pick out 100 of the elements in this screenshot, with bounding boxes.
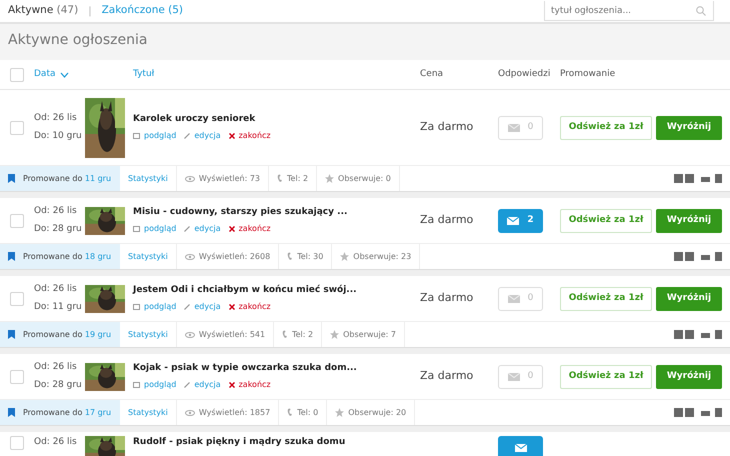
replies-column-header: Odpowiedzi — [498, 68, 550, 79]
feature-button[interactable]: Wyróżnij — [656, 364, 722, 388]
listing-checkbox[interactable] — [10, 436, 24, 450]
envelope-icon — [507, 216, 520, 224]
statistics-link[interactable]: Statystyki — [128, 328, 168, 340]
tab[interactable]: Zakończone (5) — [102, 3, 184, 19]
preview-link[interactable]: podgląd — [133, 379, 176, 392]
phone-icon — [287, 252, 294, 261]
eye-icon — [184, 254, 195, 260]
edit-link[interactable]: edycja — [184, 130, 221, 142]
listing-title[interactable]: Misiu - cudowny, starszy pies szukający ... — [133, 206, 420, 220]
end-date: Do: 11 gru — [34, 300, 83, 314]
listing-title[interactable]: Karolek uroczy seniorek — [133, 112, 420, 126]
listing-title[interactable]: Kojak - psiak w typie owczarka szuka dom... — [133, 362, 420, 376]
listing-checkbox[interactable] — [10, 214, 24, 228]
promoted-date-link[interactable]: 17 gru — [84, 408, 112, 416]
star-icon — [335, 408, 344, 417]
refresh-button[interactable]: Odśwież za 1zł — [560, 116, 652, 140]
image-icon — [133, 304, 140, 310]
watcher-count: Obserwuje: 0 — [338, 172, 391, 184]
search-field[interactable]: tytuł ogłoszenia... — [544, 1, 714, 21]
statistics-link[interactable]: Statystyki — [128, 250, 168, 262]
promoted-until: Promowane do 18 gru — [23, 250, 112, 262]
view-count: Wyświetleń: 1857 — [198, 406, 270, 418]
separator: | — [88, 4, 92, 18]
end-date: Do: 10 gru — [34, 130, 83, 142]
end-link[interactable]: zakończ — [228, 130, 271, 142]
share-icons-drawing — [674, 173, 722, 184]
eye-icon — [184, 332, 195, 338]
promotion-column-header: Promowanie — [560, 68, 616, 79]
title-column-header[interactable]: Tytuł — [133, 68, 154, 79]
edit-link[interactable]: edycja — [184, 301, 221, 314]
pencil-icon — [184, 304, 190, 310]
replies-button[interactable]: 0 — [498, 116, 543, 140]
start-date: Od: 26 lis — [34, 205, 78, 218]
phone-icon — [287, 408, 294, 417]
watcher-count: Obserwuje: 23 — [353, 250, 412, 262]
select-all-checkbox[interactable] — [10, 68, 24, 82]
pencil-icon — [184, 226, 190, 232]
bookmark-icon — [8, 408, 15, 417]
feature-button[interactable]: Wyróżnij — [656, 208, 722, 232]
close-icon — [228, 304, 235, 310]
preview-link[interactable]: podgląd — [133, 130, 176, 142]
promoted-date-link[interactable]: 19 gru — [84, 330, 112, 338]
price: Za darmo — [420, 120, 474, 134]
edit-link[interactable]: edycja — [184, 379, 221, 392]
end-date: Do: 28 gru — [34, 378, 83, 392]
price-column-header: Cena — [420, 68, 444, 79]
start-date: Od: 26 lis — [34, 283, 78, 296]
section-title: Aktywne ogłoszenia — [8, 32, 148, 49]
preview-link[interactable]: podgląd — [133, 301, 176, 314]
close-icon — [228, 226, 235, 232]
statistics-link[interactable]: Statystyki — [128, 172, 168, 184]
chevron-down-icon — [60, 72, 68, 78]
end-link[interactable]: zakończ — [228, 223, 271, 236]
price: Za darmo — [420, 291, 474, 304]
promoted-date-link[interactable]: 11 gru — [84, 174, 112, 182]
listing-checkbox[interactable] — [10, 292, 24, 306]
feature-button[interactable]: Wyróżnij — [656, 116, 722, 140]
promoted-until: Promowane do 17 gru — [23, 406, 112, 418]
replies-button[interactable]: 2 — [498, 208, 543, 232]
refresh-button[interactable]: Odśwież za 1zł — [560, 286, 652, 310]
replies-button[interactable]: 0 — [498, 286, 543, 310]
replies-button[interactable] — [498, 436, 543, 456]
listing-checkbox[interactable] — [10, 120, 24, 134]
watcher-count: Obserwuje: 20 — [348, 406, 406, 418]
bookmark-icon — [8, 174, 15, 183]
edit-link[interactable]: edycja — [184, 223, 221, 236]
eye-icon — [184, 176, 195, 182]
share-icons-drawing — [674, 251, 722, 262]
search-icon — [696, 6, 706, 16]
close-icon — [228, 133, 235, 140]
promoted-until: Promowane do 19 gru — [23, 328, 112, 340]
pencil-icon — [184, 133, 190, 140]
image-icon — [133, 226, 140, 232]
promoted-until: Promowane do 11 gru — [23, 172, 112, 184]
refresh-button[interactable]: Odśwież za 1zł — [560, 208, 652, 232]
listing-title[interactable]: Jestem Odi i chciałbym w końcu mieć swój... — [133, 284, 420, 298]
feature-button[interactable]: Wyróżnij — [656, 286, 722, 310]
star-icon — [325, 174, 334, 183]
bookmark-icon — [8, 330, 15, 339]
listing-title[interactable]: Rudolf - psiak piękny i mądry szuka domu — [133, 436, 420, 450]
bookmark-icon — [8, 252, 15, 261]
replies-button[interactable]: 0 — [498, 364, 543, 388]
phone-icon — [277, 174, 284, 183]
phone-count: Tel: 30 — [297, 250, 324, 262]
view-count: Wyświetleń: 73 — [198, 172, 260, 184]
listing-checkbox[interactable] — [10, 370, 24, 384]
end-link[interactable]: zakończ — [228, 301, 271, 314]
promoted-date-link[interactable]: 18 gru — [84, 252, 112, 260]
star-icon — [340, 252, 350, 261]
statistics-link[interactable]: Statystyki — [128, 406, 168, 418]
refresh-button[interactable]: Odśwież za 1zł — [560, 364, 652, 388]
share-icons-drawing — [674, 329, 722, 340]
tab[interactable]: Aktywne (47) — [8, 3, 78, 19]
date-column-header[interactable]: Data — [34, 68, 56, 82]
preview-link[interactable]: podgląd — [133, 223, 176, 236]
end-link[interactable]: zakończ — [228, 379, 271, 392]
watcher-count: Obserwuje: 7 — [343, 328, 396, 340]
phone-count: Tel: 0 — [297, 406, 318, 418]
